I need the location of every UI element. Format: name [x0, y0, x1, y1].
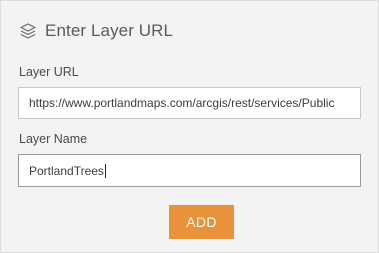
layer-url-value: https://www.portlandmaps.com/arcgis/rest…: [29, 96, 335, 110]
add-button[interactable]: ADD: [169, 205, 234, 239]
layer-name-input[interactable]: PortlandTrees: [18, 154, 361, 187]
layer-name-value: PortlandTrees: [29, 163, 104, 178]
text-caret: [104, 163, 106, 178]
layers-icon: [19, 22, 37, 40]
panel-title: Enter Layer URL: [45, 21, 174, 40]
layer-url-input[interactable]: https://www.portlandmaps.com/arcgis/rest…: [18, 87, 361, 119]
layer-name-label: Layer Name: [19, 132, 88, 146]
enter-layer-url-panel: Enter Layer URL Layer URL https://www.po…: [0, 0, 379, 253]
panel-header: Enter Layer URL: [19, 20, 173, 42]
layer-url-label: Layer URL: [19, 65, 79, 79]
